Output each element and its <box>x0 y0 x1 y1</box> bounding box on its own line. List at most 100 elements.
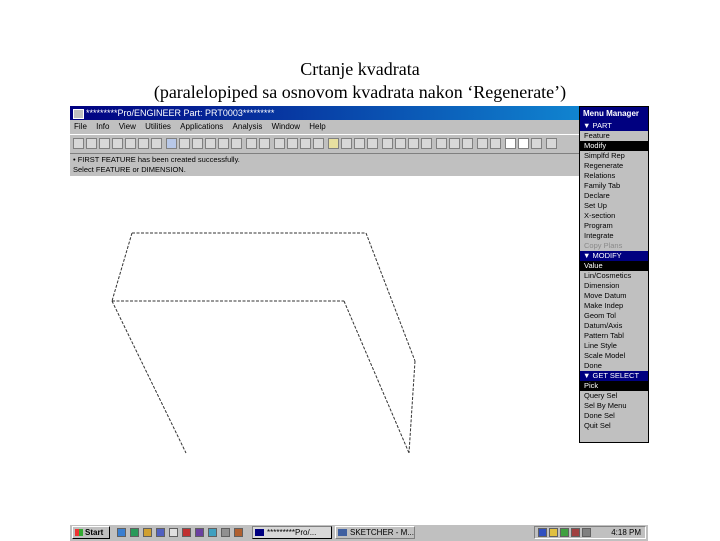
notepad-quicklaunch-icon[interactable] <box>169 528 178 537</box>
pointer-icon[interactable] <box>166 138 177 149</box>
menu-item-move-datum[interactable]: Move Datum <box>580 291 648 301</box>
folder-quicklaunch-icon[interactable] <box>143 528 152 537</box>
calc-quicklaunch-icon[interactable] <box>234 528 243 537</box>
part-section-header[interactable]: ▼ PART <box>580 121 648 131</box>
cut-icon[interactable] <box>125 138 136 149</box>
explorer-quicklaunch-icon[interactable] <box>130 528 139 537</box>
menu-item-dimension[interactable]: Dimension <box>580 281 648 291</box>
speaker-tray-icon[interactable] <box>549 528 558 537</box>
menu-item-family-tab[interactable]: Family Tab <box>580 181 648 191</box>
menu-analysis[interactable]: Analysis <box>233 122 263 131</box>
undo-icon[interactable] <box>436 138 447 149</box>
pattern-icon[interactable] <box>531 138 542 149</box>
print-icon[interactable] <box>112 138 123 149</box>
menu-item-set-up[interactable]: Set Up <box>580 201 648 211</box>
menu-item-modify[interactable]: Modify <box>580 141 648 151</box>
desktop-quicklaunch-icon[interactable] <box>117 528 126 537</box>
windows-logo-icon <box>75 529 83 536</box>
message-line-2: Select FEATURE or DIMENSION. <box>73 165 186 174</box>
menu-item-integrate[interactable]: Integrate <box>580 231 648 241</box>
relations-icon[interactable] <box>421 138 432 149</box>
measure-icon[interactable] <box>408 138 419 149</box>
get-select-section-header[interactable]: ▼ GET SELECT <box>580 371 648 381</box>
graphics-window[interactable] <box>70 176 579 524</box>
layers-icon[interactable] <box>395 138 406 149</box>
menu-item-feature[interactable]: Feature <box>580 131 648 141</box>
datum-planes-icon[interactable] <box>328 138 339 149</box>
network-tray-icon[interactable] <box>560 528 569 537</box>
modify-section-header[interactable]: ▼ MODIFY <box>580 251 648 261</box>
menu-item-geom-tol[interactable]: Geom Tol <box>580 311 648 321</box>
menu-item-sel-by-menu[interactable]: Sel By Menu <box>580 401 648 411</box>
copy-icon[interactable] <box>138 138 149 149</box>
environment-icon[interactable] <box>477 138 488 149</box>
regenerate-icon[interactable] <box>462 138 473 149</box>
spin-center-icon[interactable] <box>259 138 270 149</box>
taskbar: Start *********Pro/... SKETCHER - M... 4… <box>70 524 648 541</box>
network-quicklaunch-icon[interactable] <box>208 528 217 537</box>
top-left-edge <box>111 232 133 302</box>
menu-item-copy-plans: Copy Plans <box>584 241 623 250</box>
saved-views-icon[interactable] <box>231 138 242 149</box>
taskbar-task-sketcher[interactable]: SKETCHER - M... <box>335 526 415 539</box>
menu-item-regenerate[interactable]: Regenerate <box>580 161 648 171</box>
menu-item-declare[interactable]: Declare <box>580 191 648 201</box>
menu-item-relations[interactable]: Relations <box>580 171 648 181</box>
model-tree-icon[interactable] <box>382 138 393 149</box>
menu-item-make-indep[interactable]: Make Indep <box>580 301 648 311</box>
menu-item-scale-model[interactable]: Scale Model <box>580 351 648 361</box>
refit-icon[interactable] <box>205 138 216 149</box>
menu-view[interactable]: View <box>119 122 136 131</box>
open-file-icon[interactable] <box>86 138 97 149</box>
menu-applications[interactable]: Applications <box>180 122 223 131</box>
taskbar-task-proengineer[interactable]: *********Pro/... <box>252 526 332 539</box>
menu-item-pick[interactable]: Pick <box>580 381 648 391</box>
menu-utilities[interactable]: Utilities <box>145 122 171 131</box>
menu-item-x-section[interactable]: X-section <box>580 211 648 221</box>
shading-icon[interactable] <box>313 138 324 149</box>
paste-icon[interactable] <box>151 138 162 149</box>
repaint-icon[interactable] <box>246 138 257 149</box>
scheduler-tray-icon[interactable] <box>582 528 591 537</box>
menu-item-program[interactable]: Program <box>580 221 648 231</box>
datum-points-icon[interactable] <box>354 138 365 149</box>
no-hidden-icon[interactable] <box>300 138 311 149</box>
menu-help[interactable]: Help <box>309 122 325 131</box>
menu-item-lin-cosmetics[interactable]: Lin/Cosmetics <box>580 271 648 281</box>
sketch-icon[interactable] <box>505 138 516 149</box>
antivirus-tray-icon[interactable] <box>571 528 580 537</box>
menu-info[interactable]: Info <box>96 122 109 131</box>
start-button[interactable]: Start <box>72 526 110 539</box>
zoom-out-icon[interactable] <box>192 138 203 149</box>
menu-item-value[interactable]: Value <box>580 261 648 271</box>
menu-window[interactable]: Window <box>272 122 300 131</box>
info-icon[interactable] <box>490 138 501 149</box>
language-tray-icon[interactable] <box>538 528 547 537</box>
media-quicklaunch-icon[interactable] <box>195 528 204 537</box>
clock[interactable]: 4:18 PM <box>611 527 641 538</box>
hidden-line-icon[interactable] <box>287 138 298 149</box>
menu-item-pattern-tabl[interactable]: Pattern Tabl <box>580 331 648 341</box>
word-quicklaunch-icon[interactable] <box>156 528 165 537</box>
menu-item-done-sel[interactable]: Done Sel <box>580 411 648 421</box>
datum-axes-icon[interactable] <box>341 138 352 149</box>
coordinate-systems-icon[interactable] <box>367 138 378 149</box>
menu-item-quit-sel[interactable]: Quit Sel <box>580 421 648 431</box>
zoom-in-icon[interactable] <box>179 138 190 149</box>
tool-quicklaunch-icon[interactable] <box>221 528 230 537</box>
reorient-icon[interactable] <box>218 138 229 149</box>
menu-item-query-sel[interactable]: Query Sel <box>580 391 648 401</box>
menu-item-done[interactable]: Done <box>580 361 648 371</box>
menu-item-simplfd-rep[interactable]: Simplfd Rep <box>580 151 648 161</box>
menu-item-line-style[interactable]: Line Style <box>580 341 648 351</box>
redo-icon[interactable] <box>449 138 460 149</box>
window-titlebar[interactable]: *********Pro/ENGINEER Part: PRT0003*****… <box>70 106 579 120</box>
extrude-icon[interactable] <box>518 138 529 149</box>
context-help-icon[interactable] <box>546 138 557 149</box>
wireframe-icon[interactable] <box>274 138 285 149</box>
new-file-icon[interactable] <box>73 138 84 149</box>
save-icon[interactable] <box>99 138 110 149</box>
menu-file[interactable]: File <box>74 122 87 131</box>
app-quicklaunch-icon[interactable] <box>182 528 191 537</box>
menu-item-datum-axis[interactable]: Datum/Axis <box>580 321 648 331</box>
